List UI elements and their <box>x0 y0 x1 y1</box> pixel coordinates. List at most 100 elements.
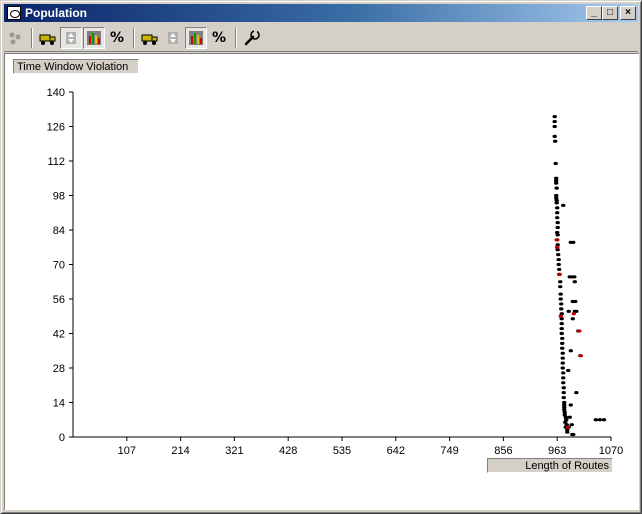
x-tick-label: 321 <box>225 445 243 457</box>
data-point <box>552 134 557 138</box>
x-tick-label: 214 <box>171 445 189 457</box>
data-point <box>601 418 607 422</box>
data-point <box>560 356 565 360</box>
title-bar[interactable]: Population _ □ × <box>4 4 638 22</box>
x-tick-label: 428 <box>279 445 297 457</box>
data-point <box>560 351 565 355</box>
x-axis-label: Length of Routes <box>487 458 613 473</box>
highlight-data-point <box>557 272 562 276</box>
swap-icon <box>168 32 178 44</box>
data-point <box>561 381 566 385</box>
data-point <box>560 366 565 370</box>
x-tick-label: 856 <box>494 445 512 457</box>
bar-chart-tool-button-1[interactable] <box>83 27 105 49</box>
highlight-data-point <box>571 312 576 316</box>
swap-tool-button-2[interactable] <box>162 27 184 49</box>
population-window: Population _ □ × % % Time Window Violati… <box>0 0 642 514</box>
data-point <box>571 240 576 244</box>
y-tick-label: 84 <box>53 225 65 237</box>
x-tick-label: 749 <box>440 445 458 457</box>
data-point <box>553 181 559 185</box>
percent-tool-button-1[interactable]: % <box>106 27 128 49</box>
y-tick-label: 70 <box>53 260 65 272</box>
x-tick-label: 107 <box>118 445 136 457</box>
data-point <box>573 299 578 304</box>
data-point <box>560 341 565 345</box>
minimize-button[interactable]: _ <box>586 6 602 20</box>
data-point <box>561 395 566 400</box>
data-point <box>566 309 571 313</box>
data-point <box>555 211 560 215</box>
y-tick-label: 112 <box>47 156 65 168</box>
population-icon[interactable] <box>7 6 21 20</box>
data-point <box>555 206 560 210</box>
data-point <box>552 139 558 143</box>
toolbar-separator <box>31 28 33 48</box>
data-point <box>558 280 563 284</box>
data-point <box>561 376 566 380</box>
chart-area: Time Window Violation 0 14 28 42 56 70 84 98 112… <box>4 53 639 510</box>
data-point <box>568 349 573 353</box>
data-point <box>559 302 564 306</box>
data-point <box>553 161 558 166</box>
truck-tool-button-1[interactable] <box>37 27 59 49</box>
data-point <box>559 331 564 336</box>
data-point <box>566 368 571 373</box>
data-point <box>570 317 575 321</box>
data-point <box>558 297 563 301</box>
highlight-data-point <box>558 314 563 318</box>
data-point <box>557 267 562 272</box>
truck-tool-button-2[interactable] <box>139 27 161 49</box>
data-point <box>556 253 561 257</box>
data-point <box>561 371 566 375</box>
restore-button[interactable]: □ <box>602 6 618 20</box>
y-tick-label: 0 <box>59 432 65 444</box>
settings-tool-button[interactable] <box>241 27 263 49</box>
data-point <box>597 418 603 422</box>
data-point <box>552 124 557 129</box>
highlight-data-point <box>554 238 559 242</box>
percent-tool-button-2[interactable]: % <box>208 27 230 49</box>
data-point <box>559 307 564 311</box>
y-tick-label: 56 <box>53 294 65 306</box>
toolbar-separator <box>133 28 135 48</box>
data-point <box>567 415 572 419</box>
scatter-plot: 0 14 28 42 56 70 84 98 112 126 140 107 214 321 428 535 6… <box>47 87 624 457</box>
data-point <box>561 391 566 395</box>
x-tick-label: 1070 <box>599 445 623 457</box>
data-point <box>552 119 557 124</box>
data-point <box>559 322 564 326</box>
data-point <box>559 326 564 331</box>
close-button[interactable]: × <box>620 6 636 20</box>
x-tick-label: 642 <box>387 445 405 457</box>
data-point <box>555 225 560 230</box>
window-title: Population <box>25 6 87 20</box>
y-tick-label: 28 <box>53 363 65 375</box>
y-tick-label: 126 <box>47 122 65 134</box>
highlight-data-point <box>577 329 582 333</box>
data-point <box>555 216 560 220</box>
dots-tool-button[interactable] <box>4 27 26 49</box>
data-point <box>565 430 570 434</box>
data-point <box>560 336 565 341</box>
truck-icon <box>39 34 56 45</box>
bar-chart-icon <box>87 31 101 45</box>
swap-tool-button-1[interactable] <box>60 27 82 49</box>
data-point <box>558 292 563 296</box>
data-point <box>571 432 576 437</box>
y-tick-label: 140 <box>47 87 65 99</box>
toolbar-separator <box>235 28 237 48</box>
dots-icon <box>9 32 21 45</box>
x-tick-label: 963 <box>548 445 566 457</box>
data-point <box>554 186 559 190</box>
highlight-data-point <box>555 245 560 249</box>
swap-icon <box>66 32 76 44</box>
highlight-data-point <box>565 425 570 429</box>
data-point <box>572 275 577 279</box>
bar-chart-tool-button-2[interactable] <box>185 27 207 49</box>
bar-chart-icon <box>189 31 203 45</box>
data-point <box>569 423 574 427</box>
data-point <box>572 280 577 284</box>
data-point <box>554 201 559 205</box>
data-point <box>556 257 561 262</box>
